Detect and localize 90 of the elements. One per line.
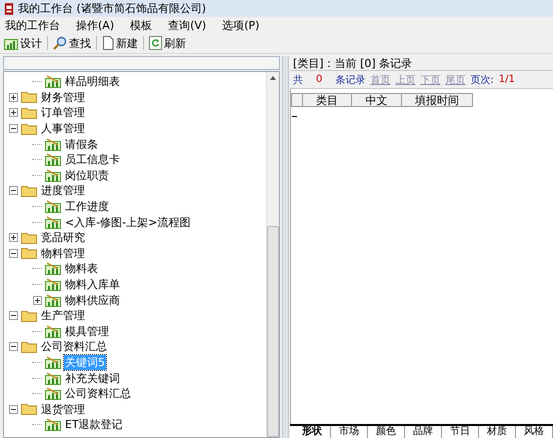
record-header: [类目]：当前 [0] 条记录: [290, 56, 553, 71]
menu-item[interactable]: 操作(A): [75, 18, 116, 32]
folder-icon: [21, 122, 37, 135]
pager-label: 共: [293, 74, 303, 86]
tree-item[interactable]: 员工信息卡: [64, 152, 121, 168]
toolbar-button[interactable]: 刷新: [147, 34, 188, 52]
page-number: 1/1: [498, 74, 515, 85]
input-field[interactable]: [3, 56, 280, 70]
tree-item[interactable]: 公司资料汇总: [64, 386, 132, 402]
column-header[interactable]: 类目: [303, 93, 352, 107]
tree-item[interactable]: 请假条: [64, 136, 99, 152]
chart-icon: [45, 262, 61, 276]
row-header: [291, 93, 303, 107]
folder-icon: [21, 403, 37, 416]
column-header[interactable]: 填报时间: [402, 93, 473, 107]
collapse-icon[interactable]: [8, 186, 18, 196]
chart-icon: [45, 216, 61, 229]
tree-item[interactable]: 补充关键词: [64, 370, 121, 386]
tree-item[interactable]: <入库-修图-上架>流程图: [64, 214, 192, 230]
column-header[interactable]: 中文: [352, 93, 402, 107]
chart-icon: [4, 36, 18, 50]
expand-icon[interactable]: [8, 92, 18, 102]
collapse-icon[interactable]: [8, 311, 18, 320]
tree-item[interactable]: 工作进度: [64, 199, 110, 214]
tab[interactable]: 市场: [331, 426, 368, 438]
folder-icon: [21, 91, 37, 104]
record-count: 0: [316, 74, 322, 85]
row-marker: [292, 116, 297, 117]
tree-item[interactable]: 订单管理: [40, 105, 86, 120]
tree-item[interactable]: 物料供应商: [64, 292, 121, 308]
tree-item[interactable]: 人事管理: [40, 121, 86, 136]
folder-icon: [21, 310, 37, 322]
chart-icon: [45, 387, 61, 400]
chart-icon: [45, 168, 61, 182]
tree-item[interactable]: 物料表: [64, 261, 99, 276]
chart-icon: [45, 278, 61, 292]
menu-item[interactable]: 模板: [129, 18, 154, 32]
chart-icon: [45, 372, 61, 385]
tree-item[interactable]: 样品明细表: [64, 74, 121, 90]
collapse-icon[interactable]: [8, 404, 18, 414]
tab[interactable]: 品牌: [405, 426, 442, 438]
scroll-up-icon[interactable]: [270, 76, 276, 80]
tree-item[interactable]: 进度管理: [40, 183, 86, 198]
tab[interactable]: 颜色: [368, 426, 405, 438]
tree-item[interactable]: 财务管理: [40, 90, 86, 105]
folder-icon: [21, 232, 37, 244]
chart-icon: [45, 138, 61, 151]
scrollbar[interactable]: [266, 72, 279, 437]
tree-item[interactable]: 物料入库单: [64, 277, 121, 292]
folder-icon: [21, 184, 37, 197]
tree-item[interactable]: 竞品研究: [40, 230, 86, 246]
tree-item[interactable]: 生产管理: [40, 308, 86, 324]
tree-item[interactable]: 岗位职责: [64, 168, 110, 183]
chart-icon: [45, 324, 61, 338]
collapse-icon[interactable]: [8, 342, 18, 352]
menu-item[interactable]: 选项(P): [221, 18, 260, 32]
expand-icon[interactable]: [32, 296, 42, 305]
chart-icon: [45, 356, 61, 369]
tree-item[interactable]: 公司资料汇总: [40, 339, 108, 354]
tab[interactable]: 风格: [516, 426, 553, 438]
menu-item[interactable]: 我的工作台: [4, 18, 61, 32]
collapse-icon[interactable]: [8, 248, 18, 258]
chart-icon: [45, 200, 61, 214]
menu-item[interactable]: 查询(V): [167, 18, 208, 32]
tree-item[interactable]: 模具管理: [64, 324, 110, 339]
refresh-icon: [149, 36, 162, 50]
chart-icon: [45, 153, 61, 166]
toolbar-button[interactable]: 查找: [51, 34, 93, 52]
app-icon: [4, 2, 14, 14]
document-icon: [102, 36, 114, 50]
tree-item[interactable]: 退货管理: [40, 402, 86, 417]
pager-label: 条记录: [335, 74, 366, 86]
tab[interactable]: 材质: [479, 426, 516, 438]
pager-label: 页次:: [470, 74, 494, 86]
window-title: 我的工作台 (诸暨市简石饰品有限公司): [18, 1, 206, 16]
folder-icon: [21, 340, 37, 353]
toolbar-button[interactable]: 设计: [2, 34, 44, 52]
search-icon: [53, 36, 67, 50]
folder-icon: [21, 106, 37, 119]
tree-item[interactable]: 物料管理: [40, 246, 86, 261]
chart-icon: [45, 294, 61, 307]
tree-item[interactable]: ET退款登记: [64, 417, 124, 432]
chart-icon: [45, 418, 61, 432]
expand-icon[interactable]: [8, 233, 18, 242]
chart-icon: [45, 75, 61, 88]
expand-icon[interactable]: [8, 108, 18, 118]
collapse-icon[interactable]: [8, 124, 18, 134]
toolbar-button[interactable]: 新建: [100, 34, 140, 52]
tab[interactable]: 节日: [442, 426, 479, 438]
folder-icon: [21, 247, 37, 260]
